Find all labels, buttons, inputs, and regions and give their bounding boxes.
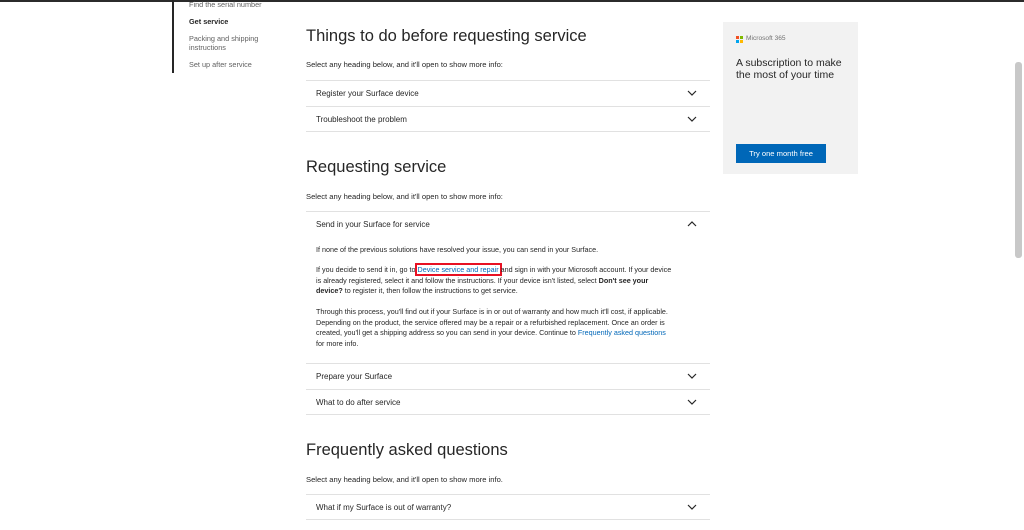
chevron-down-icon	[687, 504, 697, 510]
faq-link[interactable]: Frequently asked questions	[578, 328, 666, 337]
top-border	[0, 0, 1024, 2]
accordion-after-service[interactable]: What to do after service	[306, 389, 710, 415]
accordion-out-of-warranty[interactable]: What if my Surface is out of warranty?	[306, 494, 710, 520]
panel-text: If you decide to send it in, go to	[316, 265, 418, 274]
section-title-before: Things to do before requesting service	[306, 27, 587, 45]
accordion-label: What if my Surface is out of warranty?	[316, 503, 452, 512]
panel-text: for more info.	[316, 338, 359, 348]
section-title-requesting: Requesting service	[306, 158, 447, 176]
chevron-down-icon	[687, 116, 697, 122]
accordion-label: Send in your Surface for service	[316, 220, 430, 229]
nav-item-get-service[interactable]: Get service	[189, 17, 284, 26]
try-free-button[interactable]: Try one month free	[736, 144, 826, 163]
chevron-down-icon	[687, 399, 697, 405]
device-service-repair-link[interactable]: Device service and repair	[414, 263, 502, 276]
microsoft-logo-icon	[736, 36, 743, 43]
accordion-label: Register your Surface device	[316, 89, 419, 98]
accordion-send-in-surface[interactable]: Send in your Surface for service	[306, 211, 710, 237]
microsoft-365-ad: Microsoft 365 A subscription to make the…	[723, 22, 858, 174]
section-title-faq: Frequently asked questions	[306, 441, 508, 459]
accordion-label: What to do after service	[316, 398, 401, 407]
accordion-prepare-surface[interactable]: Prepare your Surface	[306, 363, 710, 389]
chevron-down-icon	[687, 90, 697, 96]
left-nav: Find the serial number Get service Packi…	[172, 0, 284, 73]
accordion-label: Troubleshoot the problem	[316, 115, 407, 124]
section-hint-before: Select any heading below, and it'll open…	[306, 60, 503, 69]
ad-headline: A subscription to make the most of your …	[736, 57, 842, 81]
panel-text: to register it, then follow the instruct…	[342, 286, 518, 296]
ad-brand: Microsoft 365	[746, 35, 786, 42]
accordion-register-device[interactable]: Register your Surface device	[306, 80, 710, 106]
nav-item-set-up-after[interactable]: Set up after service	[189, 60, 284, 69]
section-hint-requesting: Select any heading below, and it'll open…	[306, 192, 503, 201]
nav-item-find-serial[interactable]: Find the serial number	[189, 0, 284, 9]
nav-item-packing-shipping[interactable]: Packing and shipping instructions	[189, 34, 284, 52]
panel-paragraph-2: If you decide to send it in, go to Devic…	[316, 263, 676, 297]
chevron-up-icon	[687, 221, 697, 227]
section-hint-faq: Select any heading below, and it'll open…	[306, 475, 503, 484]
accordion-label: Prepare your Surface	[316, 372, 393, 381]
scrollbar-thumb[interactable]	[1015, 62, 1022, 258]
accordion-troubleshoot[interactable]: Troubleshoot the problem	[306, 106, 710, 132]
panel-paragraph-3: Through this process, you'll find out if…	[316, 307, 676, 349]
chevron-down-icon	[687, 373, 697, 379]
panel-paragraph-1: If none of the previous solutions have r…	[316, 245, 599, 254]
